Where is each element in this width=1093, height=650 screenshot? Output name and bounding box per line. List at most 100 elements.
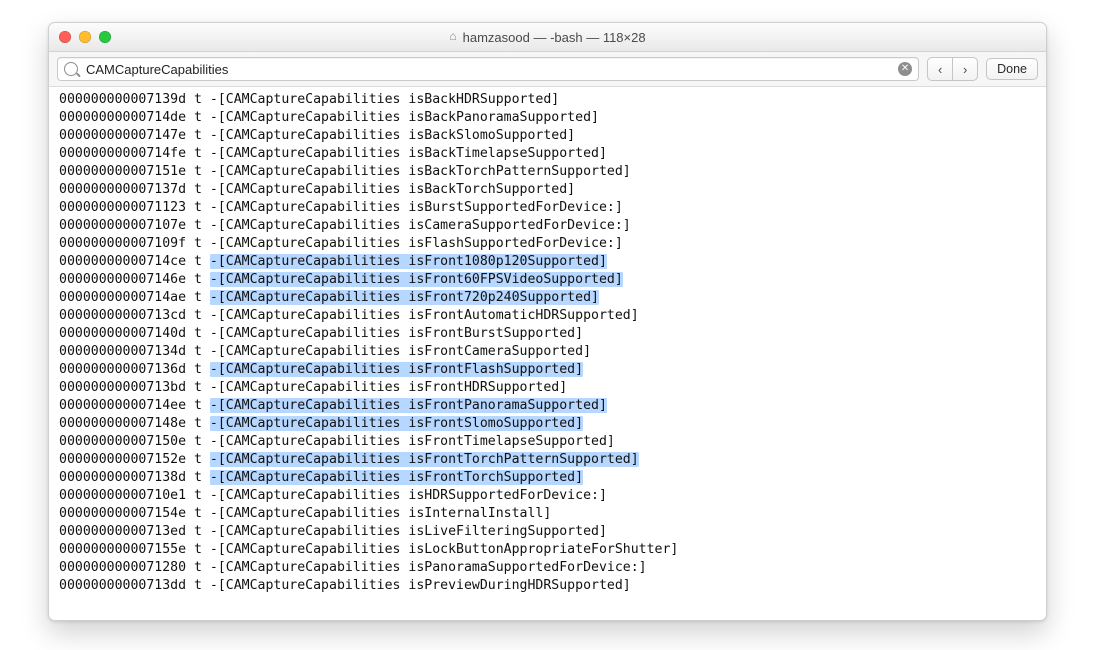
symbol-address: 00000000000713dd (59, 578, 186, 593)
terminal-window: ⌂ hamzasood — -bash — 118×28 ✕ ‹ › Done … (48, 22, 1047, 621)
symbol-address: 000000000007151e (59, 164, 186, 179)
symbol-address: 000000000007137d (59, 182, 186, 197)
output-line: 00000000000713bd t -[CAMCaptureCapabilit… (59, 379, 1046, 397)
symbol-name: -[CAMCaptureCapabilities isFront720p240S… (210, 290, 599, 305)
symbol-address: 00000000000714de (59, 110, 186, 125)
symbol-flag: t (194, 380, 202, 395)
symbol-address: 000000000007134d (59, 344, 186, 359)
output-line: 00000000000713cd t -[CAMCaptureCapabilit… (59, 307, 1046, 325)
output-line: 000000000007155e t -[CAMCaptureCapabilit… (59, 541, 1046, 559)
output-line: 00000000000714ee t -[CAMCaptureCapabilit… (59, 397, 1046, 415)
symbol-address: 00000000000714ce (59, 254, 186, 269)
symbol-flag: t (194, 398, 202, 413)
window-title: ⌂ hamzasood — -bash — 118×28 (49, 30, 1046, 45)
symbol-address: 00000000000714ae (59, 290, 186, 305)
find-previous-button[interactable]: ‹ (928, 58, 952, 80)
output-line: 000000000007138d t -[CAMCaptureCapabilit… (59, 469, 1046, 487)
symbol-name: -[CAMCaptureCapabilities isFront60FPSVid… (210, 272, 623, 287)
symbol-name: -[CAMCaptureCapabilities isFront1080p120… (210, 254, 607, 269)
symbol-name: -[CAMCaptureCapabilities isFrontCameraSu… (210, 344, 591, 359)
symbol-address: 00000000000713ed (59, 524, 186, 539)
symbol-name: -[CAMCaptureCapabilities isFrontFlashSup… (210, 362, 583, 377)
output-line: 00000000000714fe t -[CAMCaptureCapabilit… (59, 145, 1046, 163)
symbol-address: 00000000000710e1 (59, 488, 186, 503)
output-line: 00000000000714ae t -[CAMCaptureCapabilit… (59, 289, 1046, 307)
output-line: 000000000007154e t -[CAMCaptureCapabilit… (59, 505, 1046, 523)
symbol-name: -[CAMCaptureCapabilities isBackTorchSupp… (210, 182, 575, 197)
symbol-address: 000000000007139d (59, 92, 186, 107)
output-line: 000000000007136d t -[CAMCaptureCapabilit… (59, 361, 1046, 379)
symbol-address: 00000000000714fe (59, 146, 186, 161)
minimize-window-button[interactable] (79, 31, 91, 43)
symbol-flag: t (194, 272, 202, 287)
symbol-address: 000000000007107e (59, 218, 186, 233)
symbol-flag: t (194, 578, 202, 593)
search-field[interactable]: ✕ (57, 57, 919, 81)
symbol-flag: t (194, 164, 202, 179)
output-line: 000000000007139d t -[CAMCaptureCapabilit… (59, 91, 1046, 109)
symbol-flag: t (194, 218, 202, 233)
output-line: 000000000007134d t -[CAMCaptureCapabilit… (59, 343, 1046, 361)
find-nav-group: ‹ › (927, 57, 978, 81)
symbol-name: -[CAMCaptureCapabilities isFrontTorchSup… (210, 470, 583, 485)
output-line: 00000000000714de t -[CAMCaptureCapabilit… (59, 109, 1046, 127)
symbol-name: -[CAMCaptureCapabilities isCameraSupport… (210, 218, 631, 233)
output-line: 00000000000713dd t -[CAMCaptureCapabilit… (59, 577, 1046, 595)
titlebar: ⌂ hamzasood — -bash — 118×28 (49, 23, 1046, 52)
symbol-flag: t (194, 416, 202, 431)
symbol-flag: t (194, 182, 202, 197)
output-line: 000000000007140d t -[CAMCaptureCapabilit… (59, 325, 1046, 343)
symbol-name: -[CAMCaptureCapabilities isBackTorchPatt… (210, 164, 631, 179)
clear-search-button[interactable]: ✕ (898, 62, 912, 76)
window-title-text: hamzasood — -bash — 118×28 (463, 30, 646, 45)
symbol-flag: t (194, 344, 202, 359)
output-line: 000000000007150e t -[CAMCaptureCapabilit… (59, 433, 1046, 451)
symbol-flag: t (194, 326, 202, 341)
search-input[interactable] (84, 61, 898, 78)
window-controls (49, 31, 111, 43)
symbol-flag: t (194, 362, 202, 377)
output-line: 00000000000710e1 t -[CAMCaptureCapabilit… (59, 487, 1046, 505)
symbol-address: 00000000000713bd (59, 380, 186, 395)
symbol-name: -[CAMCaptureCapabilities isInternalInsta… (210, 506, 551, 521)
symbol-address: 000000000007138d (59, 470, 186, 485)
terminal-output[interactable]: 000000000007139d t -[CAMCaptureCapabilit… (49, 87, 1046, 620)
symbol-address: 00000000000713cd (59, 308, 186, 323)
symbol-address: 00000000000714ee (59, 398, 186, 413)
symbol-flag: t (194, 290, 202, 305)
output-line: 00000000000714ce t -[CAMCaptureCapabilit… (59, 253, 1046, 271)
symbol-flag: t (194, 524, 202, 539)
symbol-flag: t (194, 92, 202, 107)
symbol-name: -[CAMCaptureCapabilities isHDRSupportedF… (210, 488, 607, 503)
output-line: 000000000007109f t -[CAMCaptureCapabilit… (59, 235, 1046, 253)
symbol-flag: t (194, 542, 202, 557)
home-icon: ⌂ (449, 30, 456, 42)
symbol-flag: t (194, 308, 202, 323)
symbol-name: -[CAMCaptureCapabilities isBackSlomoSupp… (210, 128, 575, 143)
symbol-address: 000000000007148e (59, 416, 186, 431)
symbol-name: -[CAMCaptureCapabilities isFrontSlomoSup… (210, 416, 583, 431)
symbol-address: 000000000007150e (59, 434, 186, 449)
symbol-address: 000000000007154e (59, 506, 186, 521)
symbol-name: -[CAMCaptureCapabilities isPanoramaSuppo… (210, 560, 647, 575)
symbol-flag: t (194, 452, 202, 467)
close-window-button[interactable] (59, 31, 71, 43)
output-line: 00000000000713ed t -[CAMCaptureCapabilit… (59, 523, 1046, 541)
done-button[interactable]: Done (986, 58, 1038, 80)
symbol-name: -[CAMCaptureCapabilities isFrontTimelaps… (210, 434, 615, 449)
symbol-name: -[CAMCaptureCapabilities isBackHDRSuppor… (210, 92, 559, 107)
find-next-button[interactable]: › (952, 58, 977, 80)
symbol-flag: t (194, 146, 202, 161)
symbol-flag: t (194, 128, 202, 143)
symbol-name: -[CAMCaptureCapabilities isFrontAutomati… (210, 308, 639, 323)
symbol-flag: t (194, 200, 202, 215)
symbol-flag: t (194, 254, 202, 269)
symbol-address: 0000000000071280 (59, 560, 186, 575)
symbol-address: 0000000000071123 (59, 200, 186, 215)
symbol-name: -[CAMCaptureCapabilities isBackPanoramaS… (210, 110, 599, 125)
symbol-name: -[CAMCaptureCapabilities isLiveFiltering… (210, 524, 607, 539)
zoom-window-button[interactable] (99, 31, 111, 43)
symbol-name: -[CAMCaptureCapabilities isLockButtonApp… (210, 542, 678, 557)
symbol-flag: t (194, 434, 202, 449)
symbol-name: -[CAMCaptureCapabilities isBackTimelapse… (210, 146, 607, 161)
